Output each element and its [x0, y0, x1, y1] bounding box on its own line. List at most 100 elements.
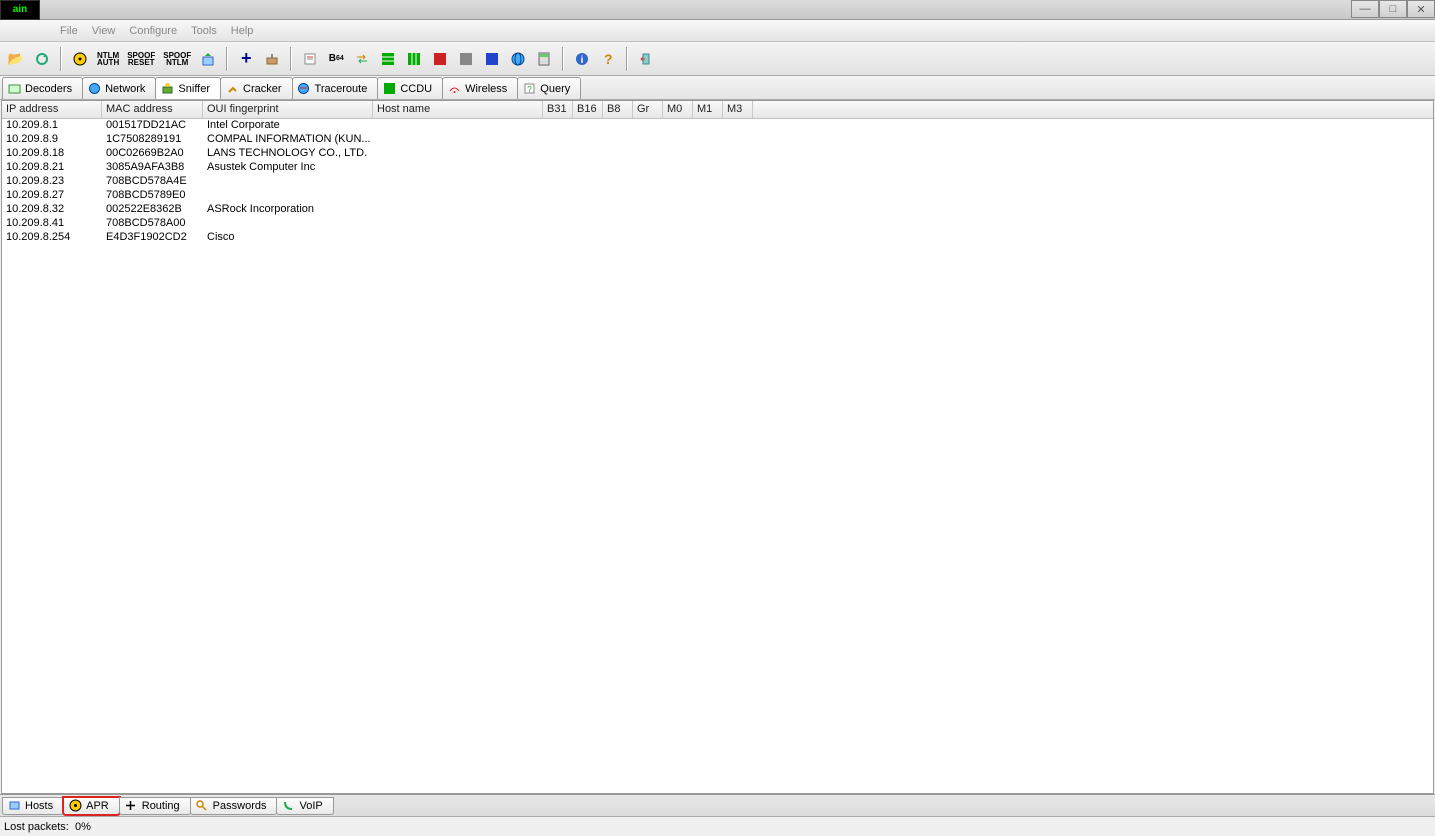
menu-configure[interactable]: Configure: [129, 25, 177, 37]
tab-routing[interactable]: Routing: [119, 797, 191, 815]
separator-icon: [226, 47, 228, 71]
export-icon[interactable]: [196, 47, 220, 71]
tab-voip[interactable]: VoIP: [276, 797, 333, 815]
grid-gray-icon[interactable]: [454, 47, 478, 71]
tab-decoders[interactable]: Decoders: [2, 77, 83, 99]
tab-label: Wireless: [465, 83, 507, 95]
table-row[interactable]: 10.209.8.254E4D3F1902CD2Cisco: [2, 231, 1433, 245]
grid-green2-icon[interactable]: [402, 47, 426, 71]
menu-tools[interactable]: Tools: [191, 25, 217, 37]
table-row[interactable]: 10.209.8.1800C02669B2A0LANS TECHNOLOGY C…: [2, 147, 1433, 161]
add-icon[interactable]: +: [234, 47, 258, 71]
separator-icon: [562, 47, 564, 71]
col-b31[interactable]: B31: [543, 101, 573, 118]
info-icon[interactable]: i: [570, 47, 594, 71]
col-ip[interactable]: IP address: [2, 101, 102, 118]
apr-icon: [68, 799, 82, 813]
tab-query[interactable]: ? Query: [517, 77, 581, 99]
separator-icon: [626, 47, 628, 71]
open-icon[interactable]: 📂: [4, 47, 28, 71]
tab-traceroute[interactable]: Traceroute: [292, 77, 379, 99]
col-b16[interactable]: B16: [573, 101, 603, 118]
col-m0[interactable]: M0: [663, 101, 693, 118]
cell-host: [373, 217, 543, 231]
cell-mac: E4D3F1902CD2: [102, 231, 203, 245]
menu-view[interactable]: View: [92, 25, 116, 37]
lost-packets-value: 0%: [75, 821, 91, 833]
refresh-icon[interactable]: [30, 47, 54, 71]
exit-icon[interactable]: [634, 47, 658, 71]
svg-text:?: ?: [527, 85, 532, 94]
tab-sniffer[interactable]: Sniffer: [155, 77, 221, 99]
hosts-icon: [7, 799, 21, 813]
cell-mac: 002522E8362B: [102, 203, 203, 217]
swap-icon[interactable]: [350, 47, 374, 71]
cell-host: [373, 175, 543, 189]
col-host[interactable]: Host name: [373, 101, 543, 118]
cell-oui: COMPAL INFORMATION (KUN...: [203, 133, 373, 147]
tab-label: Passwords: [213, 800, 267, 812]
nuke-icon[interactable]: [68, 47, 92, 71]
close-button[interactable]: ✕: [1407, 0, 1435, 18]
maximize-button[interactable]: □: [1379, 0, 1407, 18]
base64-icon[interactable]: B64: [324, 47, 348, 71]
minimize-button[interactable]: —: [1351, 0, 1379, 18]
cell-oui: Intel Corporate: [203, 119, 373, 133]
table-row[interactable]: 10.209.8.32002522E8362BASRock Incorporat…: [2, 203, 1433, 217]
table-header: IP address MAC address OUI fingerprint H…: [2, 101, 1433, 119]
help-icon[interactable]: ?: [596, 47, 620, 71]
cell-mac: 708BCD578A00: [102, 217, 203, 231]
cell-ip: 10.209.8.9: [2, 133, 102, 147]
col-oui[interactable]: OUI fingerprint: [203, 101, 373, 118]
col-b8[interactable]: B8: [603, 101, 633, 118]
ccdu-icon: [382, 82, 396, 96]
col-mac[interactable]: MAC address: [102, 101, 203, 118]
crack-icon[interactable]: [260, 47, 284, 71]
window-controls: — □ ✕: [1351, 0, 1435, 18]
tab-passwords[interactable]: Passwords: [190, 797, 278, 815]
hosts-table[interactable]: IP address MAC address OUI fingerprint H…: [1, 100, 1434, 794]
ntlm-auth-button[interactable]: NTLMAUTH: [94, 47, 122, 71]
passwords-icon: [195, 799, 209, 813]
table-row[interactable]: 10.209.8.41708BCD578A00: [2, 217, 1433, 231]
calc-icon[interactable]: [532, 47, 556, 71]
grid-green1-icon[interactable]: [376, 47, 400, 71]
tab-apr[interactable]: APR: [63, 797, 120, 815]
tab-hosts[interactable]: Hosts: [2, 797, 64, 815]
col-gr[interactable]: Gr: [633, 101, 663, 118]
cell-mac: 708BCD5789E0: [102, 189, 203, 203]
col-m3[interactable]: M3: [723, 101, 753, 118]
menu-file[interactable]: File: [60, 25, 78, 37]
grid-blue-icon[interactable]: [480, 47, 504, 71]
tab-cracker[interactable]: Cracker: [220, 77, 293, 99]
tab-label: VoIP: [299, 800, 322, 812]
cell-ip: 10.209.8.32: [2, 203, 102, 217]
cell-oui: LANS TECHNOLOGY CO., LTD.: [203, 147, 373, 161]
menu-help[interactable]: Help: [231, 25, 254, 37]
col-m1[interactable]: M1: [693, 101, 723, 118]
tab-ccdu[interactable]: CCDU: [377, 77, 443, 99]
table-row[interactable]: 10.209.8.213085A9AFA3B8Asustek Computer …: [2, 161, 1433, 175]
cell-oui: Asustek Computer Inc: [203, 161, 373, 175]
table-row[interactable]: 10.209.8.91C7508289191COMPAL INFORMATION…: [2, 133, 1433, 147]
spoof-ntlm-button[interactable]: SPOOFNTLM: [160, 47, 194, 71]
menubar: File View Configure Tools Help: [0, 20, 1435, 42]
cell-ip: 10.209.8.41: [2, 217, 102, 231]
wireless-icon: [447, 82, 461, 96]
dict-icon[interactable]: [298, 47, 322, 71]
cell-oui: [203, 189, 373, 203]
cell-mac: 708BCD578A4E: [102, 175, 203, 189]
spoof-reset-button[interactable]: SPOOFRESET: [124, 47, 158, 71]
globe-icon[interactable]: [506, 47, 530, 71]
query-icon: ?: [522, 82, 536, 96]
table-row[interactable]: 10.209.8.23708BCD578A4E: [2, 175, 1433, 189]
grid-red-icon[interactable]: [428, 47, 452, 71]
cell-oui: ASRock Incorporation: [203, 203, 373, 217]
tab-network[interactable]: Network: [82, 77, 156, 99]
tab-label: Network: [105, 83, 145, 95]
toolbar: 📂 NTLMAUTH SPOOFRESET SPOOFNTLM + B64 i …: [0, 42, 1435, 76]
tab-wireless[interactable]: Wireless: [442, 77, 518, 99]
cell-ip: 10.209.8.254: [2, 231, 102, 245]
table-row[interactable]: 10.209.8.1001517DD21ACIntel Corporate: [2, 119, 1433, 133]
table-row[interactable]: 10.209.8.27708BCD5789E0: [2, 189, 1433, 203]
